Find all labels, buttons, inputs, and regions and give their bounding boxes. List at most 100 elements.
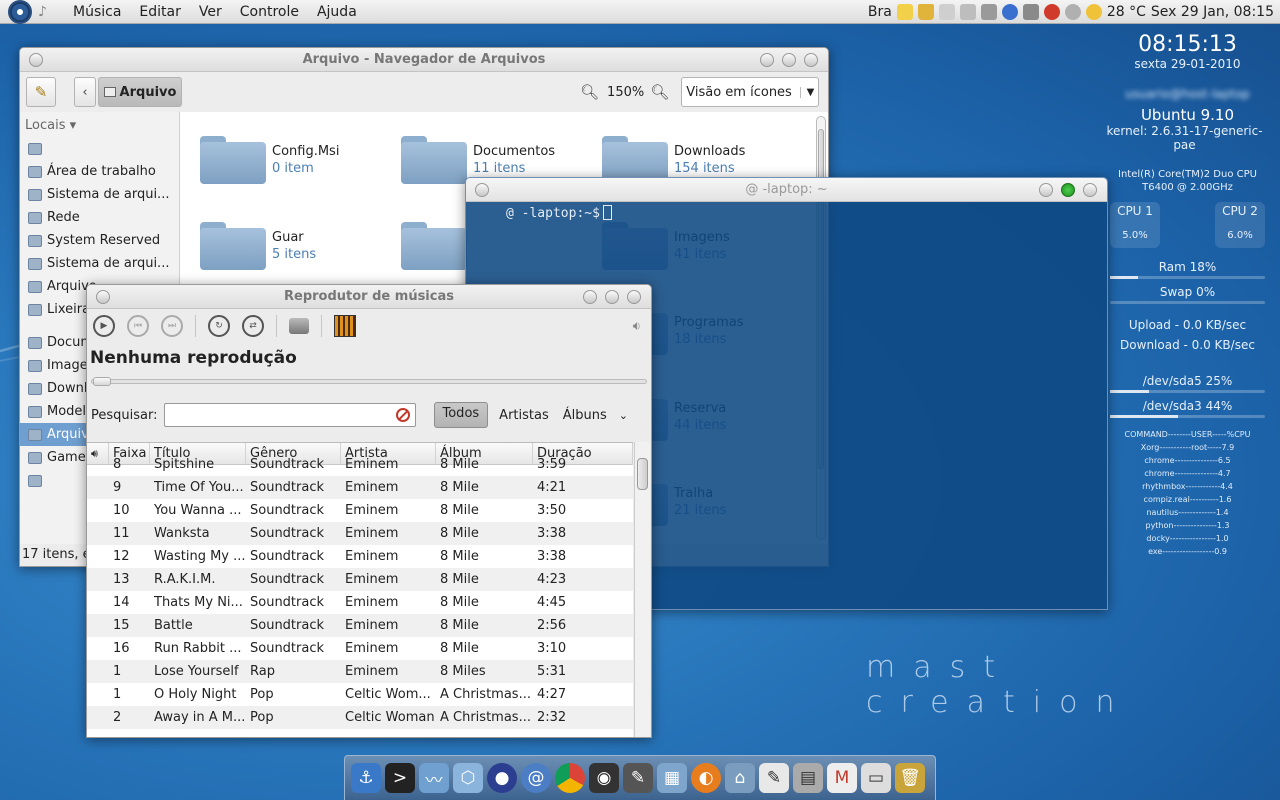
track-row[interactable]: 1 O Holy Night Pop Celtic Wom... A Christmas… bbox=[87, 683, 633, 706]
settings-brush-icon[interactable]: ✎ bbox=[623, 763, 653, 793]
close-button[interactable] bbox=[1083, 183, 1097, 197]
folder-item[interactable]: Guar 5 itens bbox=[200, 218, 316, 270]
scrollbar-thumb[interactable] bbox=[637, 458, 648, 490]
maximize-button[interactable] bbox=[1061, 183, 1075, 197]
places-header[interactable]: Locais ▾ bbox=[20, 118, 179, 137]
sidebar-item[interactable]: Sistema de arqui... bbox=[20, 183, 179, 206]
file-cabinet-icon[interactable]: ▤ bbox=[793, 763, 823, 793]
terminal-titlebar[interactable]: @ -laptop: ~ bbox=[466, 178, 1107, 202]
track-row[interactable]: 16 Run Rabbit ... Soundtrack Eminem 8 Mile 3:… bbox=[87, 637, 633, 660]
next-button[interactable]: ⏭ bbox=[161, 315, 183, 337]
window-menu-button[interactable] bbox=[475, 183, 489, 197]
track-row[interactable]: 1 Lose Yourself Rap Eminem 8 Miles 5:31 bbox=[87, 660, 633, 683]
sidebar-item[interactable] bbox=[20, 137, 179, 160]
track-list-scrollbar[interactable] bbox=[634, 442, 650, 737]
sidebar-item[interactable]: System Reserved bbox=[20, 229, 179, 252]
menu-controle[interactable]: Controle bbox=[231, 4, 308, 20]
file-manager-titlebar[interactable]: Arquivo - Navegador de Arquivos bbox=[20, 48, 828, 72]
minimize-button[interactable] bbox=[583, 290, 597, 304]
seek-bar[interactable] bbox=[91, 377, 647, 386]
minimize-button[interactable] bbox=[1039, 183, 1053, 197]
clear-search-icon[interactable] bbox=[395, 408, 410, 422]
menu-ver[interactable]: Ver bbox=[190, 4, 231, 20]
folder-count: 11 itens bbox=[473, 161, 526, 176]
filter-all-button[interactable]: Todos bbox=[433, 402, 489, 428]
track-row[interactable]: 2 Away in A M... Pop Celtic Woman A Christma… bbox=[87, 706, 633, 729]
track-row[interactable]: 8 Spitshine Soundtrack Eminem 8 Mile 3:59 bbox=[87, 453, 633, 476]
terminal-content[interactable]: @ -laptop:~$ bbox=[466, 202, 1107, 221]
drive-icon[interactable]: ▭ bbox=[861, 763, 891, 793]
location-button-arquivo[interactable]: Arquivo bbox=[98, 77, 182, 107]
maximize-button[interactable] bbox=[782, 53, 796, 67]
zoom-in-icon[interactable]: 🔍︎ bbox=[650, 83, 669, 101]
home-folder-icon[interactable]: ⌂ bbox=[725, 763, 755, 793]
folder-item[interactable] bbox=[401, 218, 473, 270]
shuffle-button[interactable]: ⇄ bbox=[242, 315, 264, 337]
view-mode-select[interactable]: Visão em ícones ▼ bbox=[681, 77, 820, 107]
text-editor-icon[interactable]: ✎ bbox=[759, 763, 789, 793]
track-row[interactable]: 10 You Wanna ... Soundtrack Eminem 8 Mile 3:5… bbox=[87, 499, 633, 522]
clock[interactable]: Sex 29 Jan, 08:15 bbox=[1151, 4, 1274, 20]
seek-handle[interactable] bbox=[93, 377, 111, 386]
chrome-icon[interactable] bbox=[555, 763, 585, 793]
network-icon[interactable] bbox=[980, 3, 997, 20]
system-monitor-icon[interactable]: 〰 bbox=[419, 763, 449, 793]
anchor-icon[interactable]: ⚓ bbox=[351, 763, 381, 793]
volume-icon[interactable]: 🔉︎ bbox=[633, 319, 641, 334]
battery-icon[interactable] bbox=[959, 3, 976, 20]
conky-cpu-name: Intel(R) Core(TM)2 Duo CPU bbox=[1118, 169, 1257, 180]
filter-artists-button[interactable]: Artistas bbox=[499, 408, 549, 423]
minimize-button[interactable] bbox=[760, 53, 774, 67]
maximize-button[interactable] bbox=[605, 290, 619, 304]
track-row[interactable]: 12 Wasting My ... Soundtrack Eminem 8 Mile 3:… bbox=[87, 545, 633, 568]
menu-musica[interactable]: Música bbox=[64, 4, 130, 20]
eject-icon[interactable] bbox=[289, 318, 309, 334]
volume-icon[interactable] bbox=[1022, 3, 1039, 20]
window-menu-button[interactable] bbox=[96, 290, 110, 304]
sidebar-item[interactable]: Área de trabalho bbox=[20, 160, 179, 183]
weather-icon[interactable] bbox=[1085, 3, 1102, 20]
trash-icon[interactable]: 🗑︎ bbox=[895, 763, 925, 793]
track-row[interactable]: 11 Wanksta Soundtrack Eminem 8 Mile 3:38 bbox=[87, 522, 633, 545]
sidebar-item[interactable]: Sistema de arqui... bbox=[20, 252, 179, 275]
track-row[interactable]: 14 Thats My Ni... Soundtrack Eminem 8 Mile 4:… bbox=[87, 591, 633, 614]
notes-icon[interactable] bbox=[896, 3, 913, 20]
repeat-button[interactable]: ↻ bbox=[208, 315, 230, 337]
zoom-out-icon[interactable]: 🔍︎ bbox=[580, 83, 599, 101]
track-row[interactable]: 13 R.A.K.I.M. Soundtrack Eminem 8 Mile 4:23 bbox=[87, 568, 633, 591]
visualizer-icon[interactable] bbox=[334, 315, 356, 337]
close-button[interactable] bbox=[627, 290, 641, 304]
keyboard-layout-indicator[interactable]: Bra bbox=[868, 4, 892, 20]
ubuntu-logo-icon[interactable] bbox=[8, 0, 32, 24]
cube-icon[interactable]: ⬡ bbox=[453, 763, 483, 793]
chevron-down-icon[interactable]: ⌄ bbox=[619, 409, 628, 422]
bluetooth-icon[interactable] bbox=[1001, 3, 1018, 20]
search-icon[interactable] bbox=[1064, 3, 1081, 20]
gmail-icon[interactable]: M bbox=[827, 763, 857, 793]
track-row[interactable]: 15 Battle Soundtrack Eminem 8 Mile 2:56 bbox=[87, 614, 633, 637]
music-player-titlebar[interactable]: Reprodutor de músicas bbox=[87, 285, 651, 309]
terminal-icon[interactable]: > bbox=[385, 763, 415, 793]
close-button[interactable] bbox=[804, 53, 818, 67]
weather-temperature[interactable]: 28 °C bbox=[1107, 4, 1146, 20]
music-tray-icon[interactable] bbox=[938, 3, 955, 20]
speaker-app-icon[interactable]: ◉ bbox=[589, 763, 619, 793]
shutdown-icon[interactable] bbox=[1043, 3, 1060, 20]
menu-ajuda[interactable]: Ajuda bbox=[308, 4, 366, 20]
globe-icon[interactable]: ● bbox=[487, 763, 517, 793]
image-viewer-icon[interactable]: ▦ bbox=[657, 763, 687, 793]
blender-icon[interactable]: ◐ bbox=[691, 763, 721, 793]
track-row[interactable]: 9 Time Of You... Soundtrack Eminem 8 Mile 4:2… bbox=[87, 476, 633, 499]
menu-editar[interactable]: Editar bbox=[130, 4, 189, 20]
search-input[interactable] bbox=[163, 403, 416, 427]
lock-icon[interactable] bbox=[917, 3, 934, 20]
messenger-icon[interactable]: @ bbox=[521, 763, 551, 793]
window-menu-button[interactable] bbox=[29, 53, 43, 67]
back-button[interactable]: ‹ bbox=[74, 77, 96, 107]
folder-item[interactable]: Config.Msi 0 item bbox=[200, 132, 339, 184]
previous-button[interactable]: ⏮ bbox=[127, 315, 149, 337]
play-button[interactable]: ▶ bbox=[93, 315, 115, 337]
edit-location-button[interactable]: ✎ bbox=[26, 77, 56, 107]
sidebar-item[interactable]: Rede bbox=[20, 206, 179, 229]
filter-albums-button[interactable]: Álbuns bbox=[563, 408, 607, 423]
